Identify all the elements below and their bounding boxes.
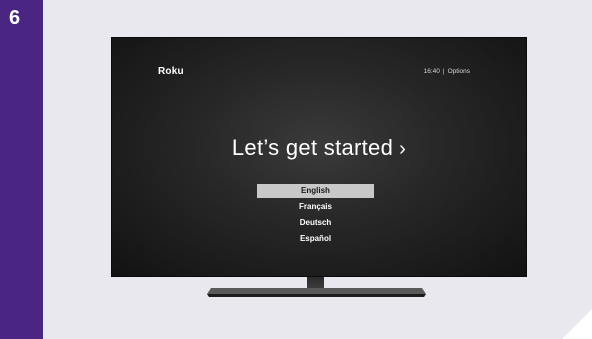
step-number: 6 — [9, 7, 21, 29]
language-option-deutsch[interactable]: Deutsch — [257, 216, 374, 230]
status-separator: | — [442, 68, 445, 75]
status-bar: 16:40 | Options — [424, 68, 470, 75]
language-option-english[interactable]: English — [257, 184, 374, 198]
headline-text: Let’s get started — [231, 135, 394, 160]
page-title: Let’s get started › — [112, 135, 526, 161]
language-option-francais[interactable]: Français — [257, 200, 374, 214]
card-corner-cut — [562, 309, 592, 339]
step-sidebar: 6 — [0, 0, 43, 339]
language-option-espanol[interactable]: Español — [257, 232, 374, 246]
tv-stand-neck — [307, 277, 324, 288]
language-list: English Français Deutsch Español — [257, 184, 374, 248]
options-label[interactable]: Options — [448, 68, 470, 75]
tv-screen: Roku 16:40 | Options Let’s get started › En… — [111, 37, 527, 277]
tv-stand-base — [207, 288, 426, 297]
clock-time: 16:40 — [423, 68, 440, 75]
chevron-right-icon: › — [399, 138, 407, 160]
roku-logo: Roku — [158, 66, 184, 77]
